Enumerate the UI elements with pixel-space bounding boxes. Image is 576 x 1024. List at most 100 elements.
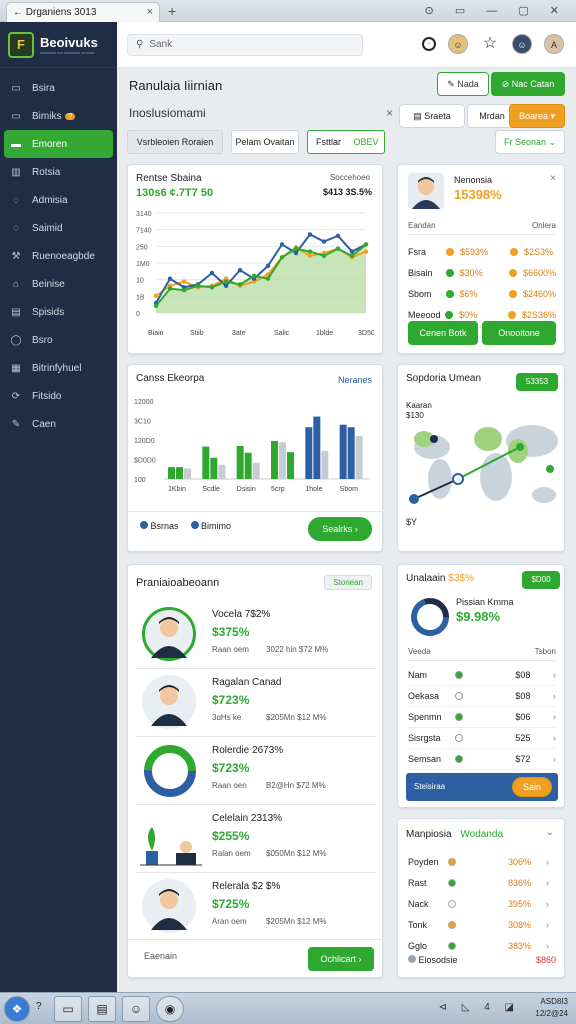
window-controls[interactable]: ⊙ ▭ — ▢ ✕: [425, 4, 568, 17]
line-point: [307, 249, 313, 254]
stats-footer-label: Steisiraa: [414, 782, 446, 791]
line-point: [167, 286, 173, 291]
stats-row[interactable]: Sisrgsta 525 ›: [408, 728, 556, 749]
mini-row[interactable]: Gglo 383% ›: [408, 935, 556, 956]
back-icon[interactable]: ←: [13, 7, 23, 18]
right-filter-3[interactable]: Boarea ▾: [509, 104, 565, 128]
line-card-right-label: Soccehoeo: [329, 173, 370, 182]
mini-row-label: Rast: [408, 877, 427, 888]
search-input[interactable]: ⚲ Sank: [127, 34, 363, 56]
line-point: [349, 253, 355, 259]
list-item[interactable]: Celelain 2313% $255% Ralan oem $050Mn $12 M…: [136, 805, 376, 873]
sidebar-item-5[interactable]: ◌ Saimid: [0, 214, 117, 242]
account-avatar[interactable]: A: [544, 34, 564, 54]
mini-row[interactable]: Poyden 306% ›: [408, 851, 556, 872]
bar: [168, 467, 175, 479]
status-dot: [448, 899, 456, 908]
profile-avatar-icon[interactable]: ☺: [512, 34, 532, 54]
filter-close-icon[interactable]: ×: [386, 106, 393, 120]
list-item[interactable]: Vocela 7$2% $375% Raan oem 3022 hin $72 M%: [136, 601, 376, 669]
start-button[interactable]: ❖: [4, 996, 30, 1022]
list-donut-icon: [144, 745, 196, 797]
legend-item-1: Bsrnas: [140, 521, 179, 531]
sidebar-item-0[interactable]: ▭ Bsira: [0, 74, 117, 102]
right-filter-1[interactable]: ▤ Sraeta: [399, 104, 465, 128]
sidebar-item-12[interactable]: ✎ Caen: [0, 410, 117, 438]
chevron-right-icon: ›: [358, 954, 362, 964]
sidebar-item-6[interactable]: ⚒ Ruenoeagbde: [0, 242, 117, 270]
map-card: Sopdoria Umean 53353 Kaaran $130 $Y: [397, 364, 565, 552]
sidebar-item-label: Bitrinfyhuel: [32, 362, 82, 374]
sidebar-item-10[interactable]: ▦ Bitrinfyhuel: [0, 354, 117, 382]
mini-row[interactable]: Nack 395% ›: [408, 893, 556, 914]
bar-y-tick: $D0D0: [134, 458, 156, 465]
sidebar-item-2[interactable]: ▬ Emoren: [4, 130, 113, 158]
help-icon[interactable]: ?: [36, 1001, 42, 1012]
status-dot: [445, 268, 454, 277]
star-icon[interactable]: ☆: [480, 34, 500, 54]
primary-button[interactable]: ⊘ Nac Catan: [491, 72, 565, 96]
browser-taskbar-icon[interactable]: ◉: [156, 996, 184, 1022]
browser-tab[interactable]: ← Drganiens 3013 ×: [6, 2, 160, 22]
bar-card-link[interactable]: Neranes: [338, 375, 372, 385]
filter-chip-2[interactable]: Pelam Ovaitan: [231, 130, 299, 154]
line-point: [265, 276, 271, 281]
mini-row-value: 306%: [508, 856, 532, 867]
list-footer-button[interactable]: Ochlicart ›: [308, 947, 374, 971]
stats-row[interactable]: Nam $08 ›: [408, 665, 556, 686]
bar-card-button[interactable]: Sealrks ›: [308, 517, 372, 541]
chat-icon: ◌: [13, 222, 19, 234]
list-item-title: Ragalan Canad: [212, 677, 282, 688]
list-item[interactable]: Rolerdie 2673% $723% Raan oen B2@Hn $72 M%: [136, 737, 376, 805]
y-tick-label: 7140: [136, 228, 152, 235]
list-card-badge[interactable]: Stonean: [324, 575, 372, 590]
sidebar-item-8[interactable]: ▤ Spisids: [0, 298, 117, 326]
sidebar-item-11[interactable]: ⟳ Fitsido: [0, 382, 117, 410]
tab-title: Drganiens 3013: [25, 7, 97, 18]
world-map[interactable]: [402, 399, 562, 539]
line-point: [181, 287, 187, 293]
profile-row-label: Fsra: [408, 246, 426, 257]
stats-footer-button[interactable]: Sain: [512, 777, 552, 797]
chevron-down-icon[interactable]: ⌄: [546, 827, 554, 838]
profile-close-icon[interactable]: ×: [550, 173, 556, 184]
user-taskbar-icon[interactable]: ☺: [122, 996, 150, 1022]
brand[interactable]: F Beoivuks xxxxxxxx xxx xxxxxxxx xx xxxx: [0, 22, 117, 68]
sidebar-item-4[interactable]: ◌ Admisia: [0, 186, 117, 214]
list-item[interactable]: Ragalan Canad $723% 3ɑHs ke $205Mn $12 M%: [136, 669, 376, 737]
secondary-button[interactable]: ✎ Nada: [437, 72, 489, 96]
sidebar-item-3[interactable]: ▥ Rotsia: [0, 158, 117, 186]
line-point: [293, 246, 299, 251]
mini-row[interactable]: Tonk 308% ›: [408, 914, 556, 935]
filter-chip-3[interactable]: Fsttlar OBEV: [307, 130, 385, 154]
filter-chip-1[interactable]: Vsrbleoien Roraien: [127, 130, 223, 154]
new-tab-button[interactable]: +: [168, 3, 176, 19]
mini-row-label: Tonk: [408, 919, 428, 930]
stats-row[interactable]: Semsan $72 ›: [408, 749, 556, 770]
mini-row[interactable]: Rast 836% ›: [408, 872, 556, 893]
sidebar-item-9[interactable]: ◯ Bsro: [0, 326, 117, 354]
sidebar-item-1[interactable]: ▭ Bimiks?: [0, 102, 117, 130]
status-dot: [448, 920, 456, 929]
profile-button-2[interactable]: Onooitone: [482, 321, 556, 345]
clock[interactable]: ASD8I3 12/2@24: [535, 996, 568, 1020]
tab-close-icon[interactable]: ×: [147, 6, 153, 18]
list-item-meta2: $205Mn $12 M%: [266, 713, 327, 722]
list-item-meta: Aran oem: [212, 917, 247, 926]
profile-avatar: [408, 173, 444, 209]
profile-button-1[interactable]: Cenen Botk: [408, 321, 478, 345]
folder-taskbar-icon[interactable]: ▤: [88, 996, 116, 1022]
line-point: [237, 267, 243, 273]
stats-row[interactable]: Spenmn $06 ›: [408, 707, 556, 728]
clock-icon[interactable]: ·: [422, 37, 436, 51]
stats-row-label: Spenmn: [408, 712, 442, 722]
sidebar-item-7[interactable]: ⌂ Beinise: [0, 270, 117, 298]
system-tray[interactable]: ⊲ ◺ 4 ◪: [439, 1002, 520, 1013]
stats-donut: [411, 598, 449, 636]
stats-row[interactable]: Oekasa $08 ›: [408, 686, 556, 707]
legend-item-2: Bimimo: [190, 521, 231, 531]
right-select[interactable]: Fr Seonan ⌄: [495, 130, 565, 154]
user-avatar-icon[interactable]: ☺: [448, 34, 468, 54]
list-item[interactable]: Relerala $2 $% $725% Aran oem $205Mn $12 M%: [136, 873, 376, 941]
explorer-taskbar-icon[interactable]: ▭: [54, 996, 82, 1022]
